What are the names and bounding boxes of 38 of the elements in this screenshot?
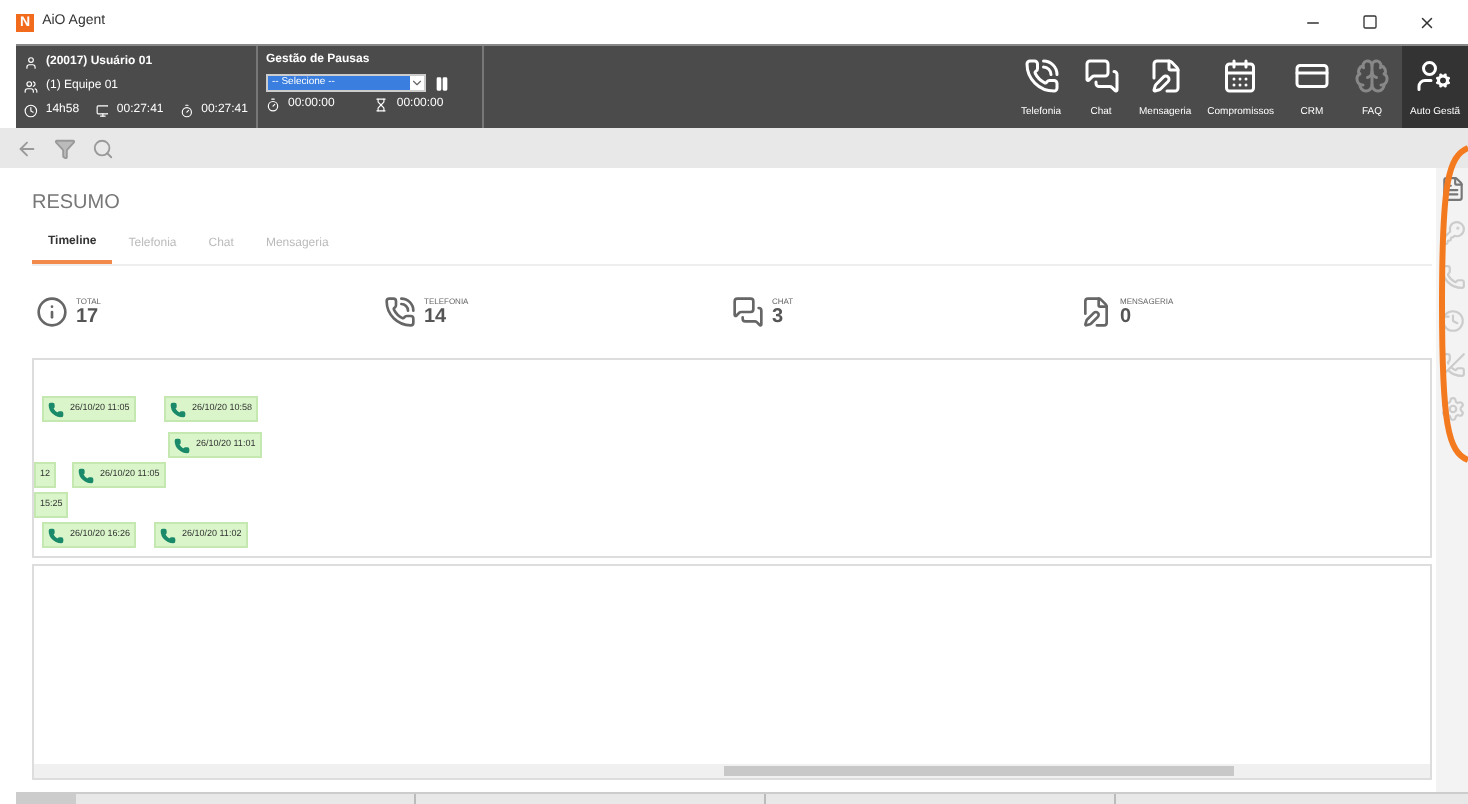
dropdown-arrow-icon — [410, 76, 424, 90]
brain-icon — [1353, 57, 1390, 93]
stat-value: 17 — [76, 308, 101, 328]
team-icon — [24, 80, 38, 94]
search-icon[interactable] — [92, 137, 114, 159]
phone-icon — [48, 527, 64, 543]
maximize-icon[interactable] — [1362, 14, 1378, 30]
phone-icon — [160, 527, 176, 543]
calendar-icon — [1222, 57, 1259, 93]
horizontal-scrollbar[interactable] — [34, 764, 1430, 778]
user-icon — [24, 56, 38, 70]
user-gear-icon — [1416, 57, 1453, 93]
hourglass-icon — [374, 98, 389, 112]
stopwatch-icon — [266, 98, 280, 112]
stat-icon — [384, 296, 416, 328]
stat-value: 0 — [1120, 308, 1134, 328]
stat-icon — [732, 296, 764, 328]
page-title: RESUMO — [32, 190, 122, 218]
chat-icon — [1083, 57, 1119, 93]
phone-icon — [170, 401, 186, 417]
phone-icon — [1023, 57, 1059, 93]
scrollbar-thumb[interactable] — [724, 766, 1234, 776]
stat-value: 14 — [424, 308, 449, 328]
timer-icon — [179, 104, 194, 118]
side-tool-icon[interactable] — [1439, 176, 1465, 202]
close-icon[interactable] — [1418, 13, 1436, 31]
stat-icon — [1080, 296, 1112, 328]
back-icon[interactable] — [16, 137, 38, 159]
phone-icon — [48, 401, 64, 417]
phone-icon — [78, 467, 94, 483]
stat-icon — [36, 296, 68, 328]
filter-icon[interactable] — [54, 137, 76, 159]
pause-icon[interactable] — [434, 75, 450, 91]
document-edit-icon — [1147, 57, 1184, 93]
phone-icon — [174, 437, 190, 453]
monitor-icon — [95, 104, 109, 118]
stat-value: 3 — [772, 308, 786, 328]
clock-icon — [24, 104, 38, 118]
